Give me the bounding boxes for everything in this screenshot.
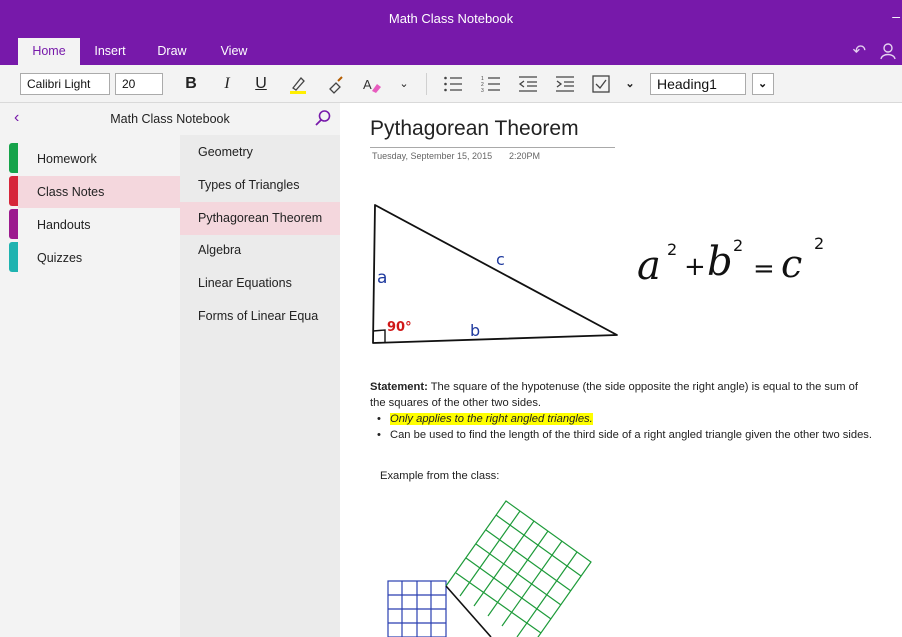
side-c-label: c xyxy=(496,250,505,269)
formula-a: a xyxy=(637,243,661,289)
section-quizzes[interactable]: Quizzes xyxy=(18,242,180,274)
title-bar: Math Class Notebook – xyxy=(0,0,902,38)
outdent-icon[interactable] xyxy=(518,75,538,93)
numbered-list-icon[interactable]: 123 xyxy=(481,75,501,93)
sections-pane: Homework Class Notes Handouts Quizzes xyxy=(0,135,180,637)
tab-view[interactable]: View xyxy=(210,38,258,65)
formula-equals: = xyxy=(753,254,775,284)
statement-label: Statement: xyxy=(370,381,428,393)
blue-grid-square xyxy=(387,580,447,637)
chevron-down-icon[interactable]: ⌄ xyxy=(398,73,410,95)
bullet-text: Can be used to find the length of the th… xyxy=(390,429,872,441)
example-label[interactable]: Example from the class: xyxy=(380,470,499,482)
section-color-tab xyxy=(9,143,18,173)
bullet-dot: • xyxy=(377,429,381,441)
bold-button[interactable]: B xyxy=(182,73,200,95)
bullet-dot: • xyxy=(377,413,381,425)
indent-icon[interactable] xyxy=(555,75,575,93)
undo-icon[interactable]: ↶ xyxy=(853,41,866,61)
page-algebra[interactable]: Algebra xyxy=(180,234,340,267)
formula-plus: + xyxy=(684,252,706,282)
italic-button[interactable]: I xyxy=(218,73,236,95)
pages-pane: Geometry Types of Triangles Pythagorean … xyxy=(180,135,340,637)
formula-exp: 2 xyxy=(667,240,677,259)
minimize-button[interactable]: – xyxy=(892,8,900,24)
section-color-tab xyxy=(9,176,18,206)
green-grid-square xyxy=(445,500,592,637)
notebook-name[interactable]: Math Class Notebook xyxy=(0,112,340,126)
page-types-of-triangles[interactable]: Types of Triangles xyxy=(180,169,340,202)
page-pythagorean-theorem[interactable]: Pythagorean Theorem xyxy=(180,202,340,235)
font-name-box[interactable]: Calibri Light xyxy=(20,73,110,95)
page-forms-of-linear-equations[interactable]: Forms of Linear Equa xyxy=(180,300,340,333)
bullet-item[interactable]: • Only applies to the right angled triang… xyxy=(377,413,593,425)
formula-c: c xyxy=(781,242,802,286)
highlighted-note: Only applies to the right angled triangl… xyxy=(390,413,593,425)
svg-text:3: 3 xyxy=(481,88,484,93)
tab-insert[interactable]: Insert xyxy=(84,38,136,65)
formula-exp: 2 xyxy=(733,236,743,255)
font-color-icon[interactable]: A xyxy=(362,75,384,95)
ink-drawing[interactable]: a c b 90° a 2 + b 2 = c 2 xyxy=(341,103,902,637)
tab-draw[interactable]: Draw xyxy=(148,38,196,65)
section-color-tab xyxy=(9,209,18,239)
svg-text:A: A xyxy=(363,77,372,92)
statement-paragraph[interactable]: Statement: The square of the hypotenuse … xyxy=(370,379,875,411)
highlighter-icon[interactable] xyxy=(288,75,308,95)
page-linear-equations[interactable]: Linear Equations xyxy=(180,267,340,300)
font-size-box[interactable]: 20 xyxy=(115,73,163,95)
style-box[interactable]: Heading1 xyxy=(650,73,746,95)
right-angle-mark xyxy=(372,329,386,343)
section-homework[interactable]: Homework xyxy=(18,143,180,175)
person-icon[interactable] xyxy=(880,42,896,60)
statement-text: The square of the hypotenuse (the side o… xyxy=(370,381,858,409)
underline-button[interactable]: U xyxy=(252,73,270,95)
todo-checkbox-icon[interactable] xyxy=(591,74,611,94)
formatting-toolbar: Calibri Light 20 B I U A ⌄ 123 ⌄ Heading… xyxy=(0,65,902,103)
search-icon[interactable] xyxy=(314,109,332,127)
angle-label: 90° xyxy=(387,320,412,335)
bullet-list-icon[interactable] xyxy=(443,75,463,93)
notebook-header: ‹ Math Class Notebook xyxy=(0,103,340,135)
section-color-tab xyxy=(9,242,18,272)
bullet-item[interactable]: • Can be used to find the length of the t… xyxy=(377,429,872,441)
window-title: Math Class Notebook xyxy=(388,11,514,26)
page-geometry[interactable]: Geometry xyxy=(180,136,340,169)
side-b-label: b xyxy=(470,321,480,340)
chevron-down-icon[interactable]: ⌄ xyxy=(624,73,636,95)
page-canvas[interactable]: Pythagorean Theorem Tuesday, September 1… xyxy=(341,103,902,637)
formula-exp: 2 xyxy=(814,234,824,253)
section-handouts[interactable]: Handouts xyxy=(18,209,180,241)
format-painter-icon[interactable] xyxy=(326,75,346,95)
ribbon-tabs: Home Insert Draw View ↶ xyxy=(0,38,902,65)
formula-b: b xyxy=(707,239,733,285)
side-a-label: a xyxy=(377,268,387,288)
tab-home[interactable]: Home xyxy=(18,38,80,65)
section-class-notes[interactable]: Class Notes xyxy=(18,176,180,208)
toolbar-divider xyxy=(426,73,427,95)
style-dropdown-icon[interactable]: ⌄ xyxy=(752,73,774,95)
